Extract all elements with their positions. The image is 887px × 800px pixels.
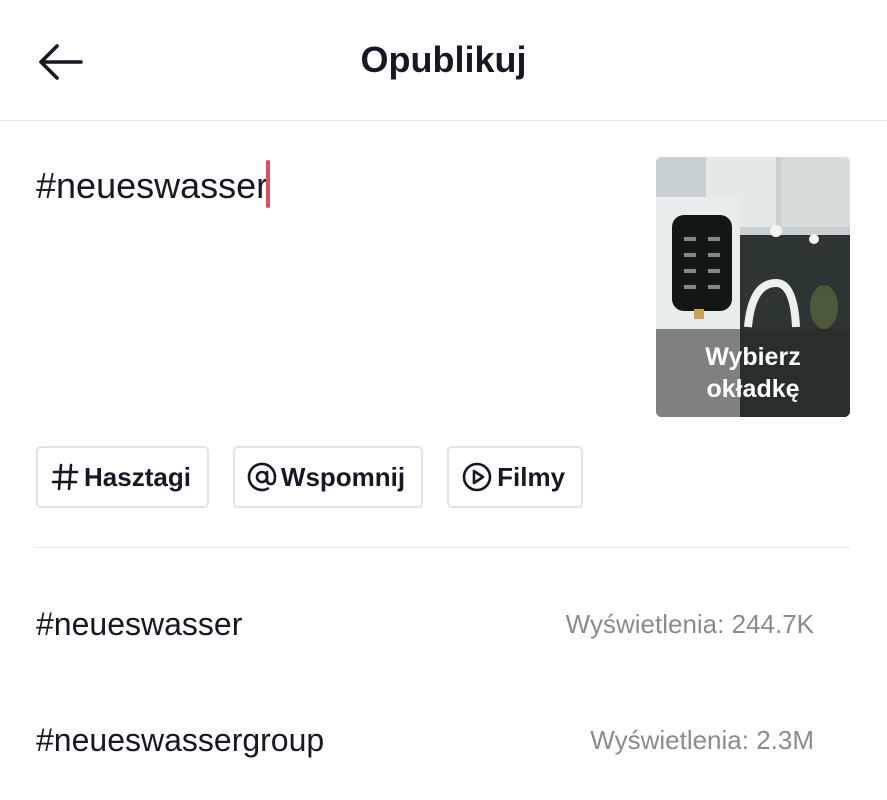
mention-chip[interactable]: Wspomnij [232, 446, 424, 508]
suggestion-tag: #neueswassergroup [36, 721, 325, 758]
mention-chip-label: Wspomnij [280, 461, 406, 492]
header-bar: Opublikuj [0, 0, 887, 121]
caption-input[interactable]: #neueswasser [36, 160, 626, 400]
videos-chip[interactable]: Filmy [447, 446, 584, 508]
hashtags-chip[interactable]: Hasztagi [36, 446, 209, 508]
text-caret [266, 160, 271, 208]
hashtags-chip-label: Hasztagi [84, 461, 191, 492]
suggestion-tag: #neueswasser [36, 605, 243, 642]
videos-chip-label: Filmy [497, 461, 566, 492]
page-title: Opublikuj [360, 39, 527, 80]
divider [36, 547, 850, 548]
hashtag-icon [50, 462, 80, 492]
cover-label: Wybierz okładkę [705, 343, 801, 403]
cover-select-button[interactable]: Wybierz okładkę [656, 157, 850, 417]
suggestion-views: Wyświetlenia: 2.3M [590, 724, 814, 755]
hashtag-suggestion-item[interactable]: #neueswassergroup Wyświetlenia: 2.3M [36, 705, 814, 775]
quick-action-chips: Hasztagi Wspomnij Filmy [36, 446, 584, 510]
at-icon [247, 462, 277, 492]
hashtag-suggestion-item[interactable]: #neueswasser Wyświetlenia: 244.7K [36, 589, 814, 659]
caption-text: #neueswasser [36, 165, 269, 206]
play-circle-icon [461, 461, 493, 493]
suggestion-views: Wyświetlenia: 244.7K [565, 608, 814, 639]
